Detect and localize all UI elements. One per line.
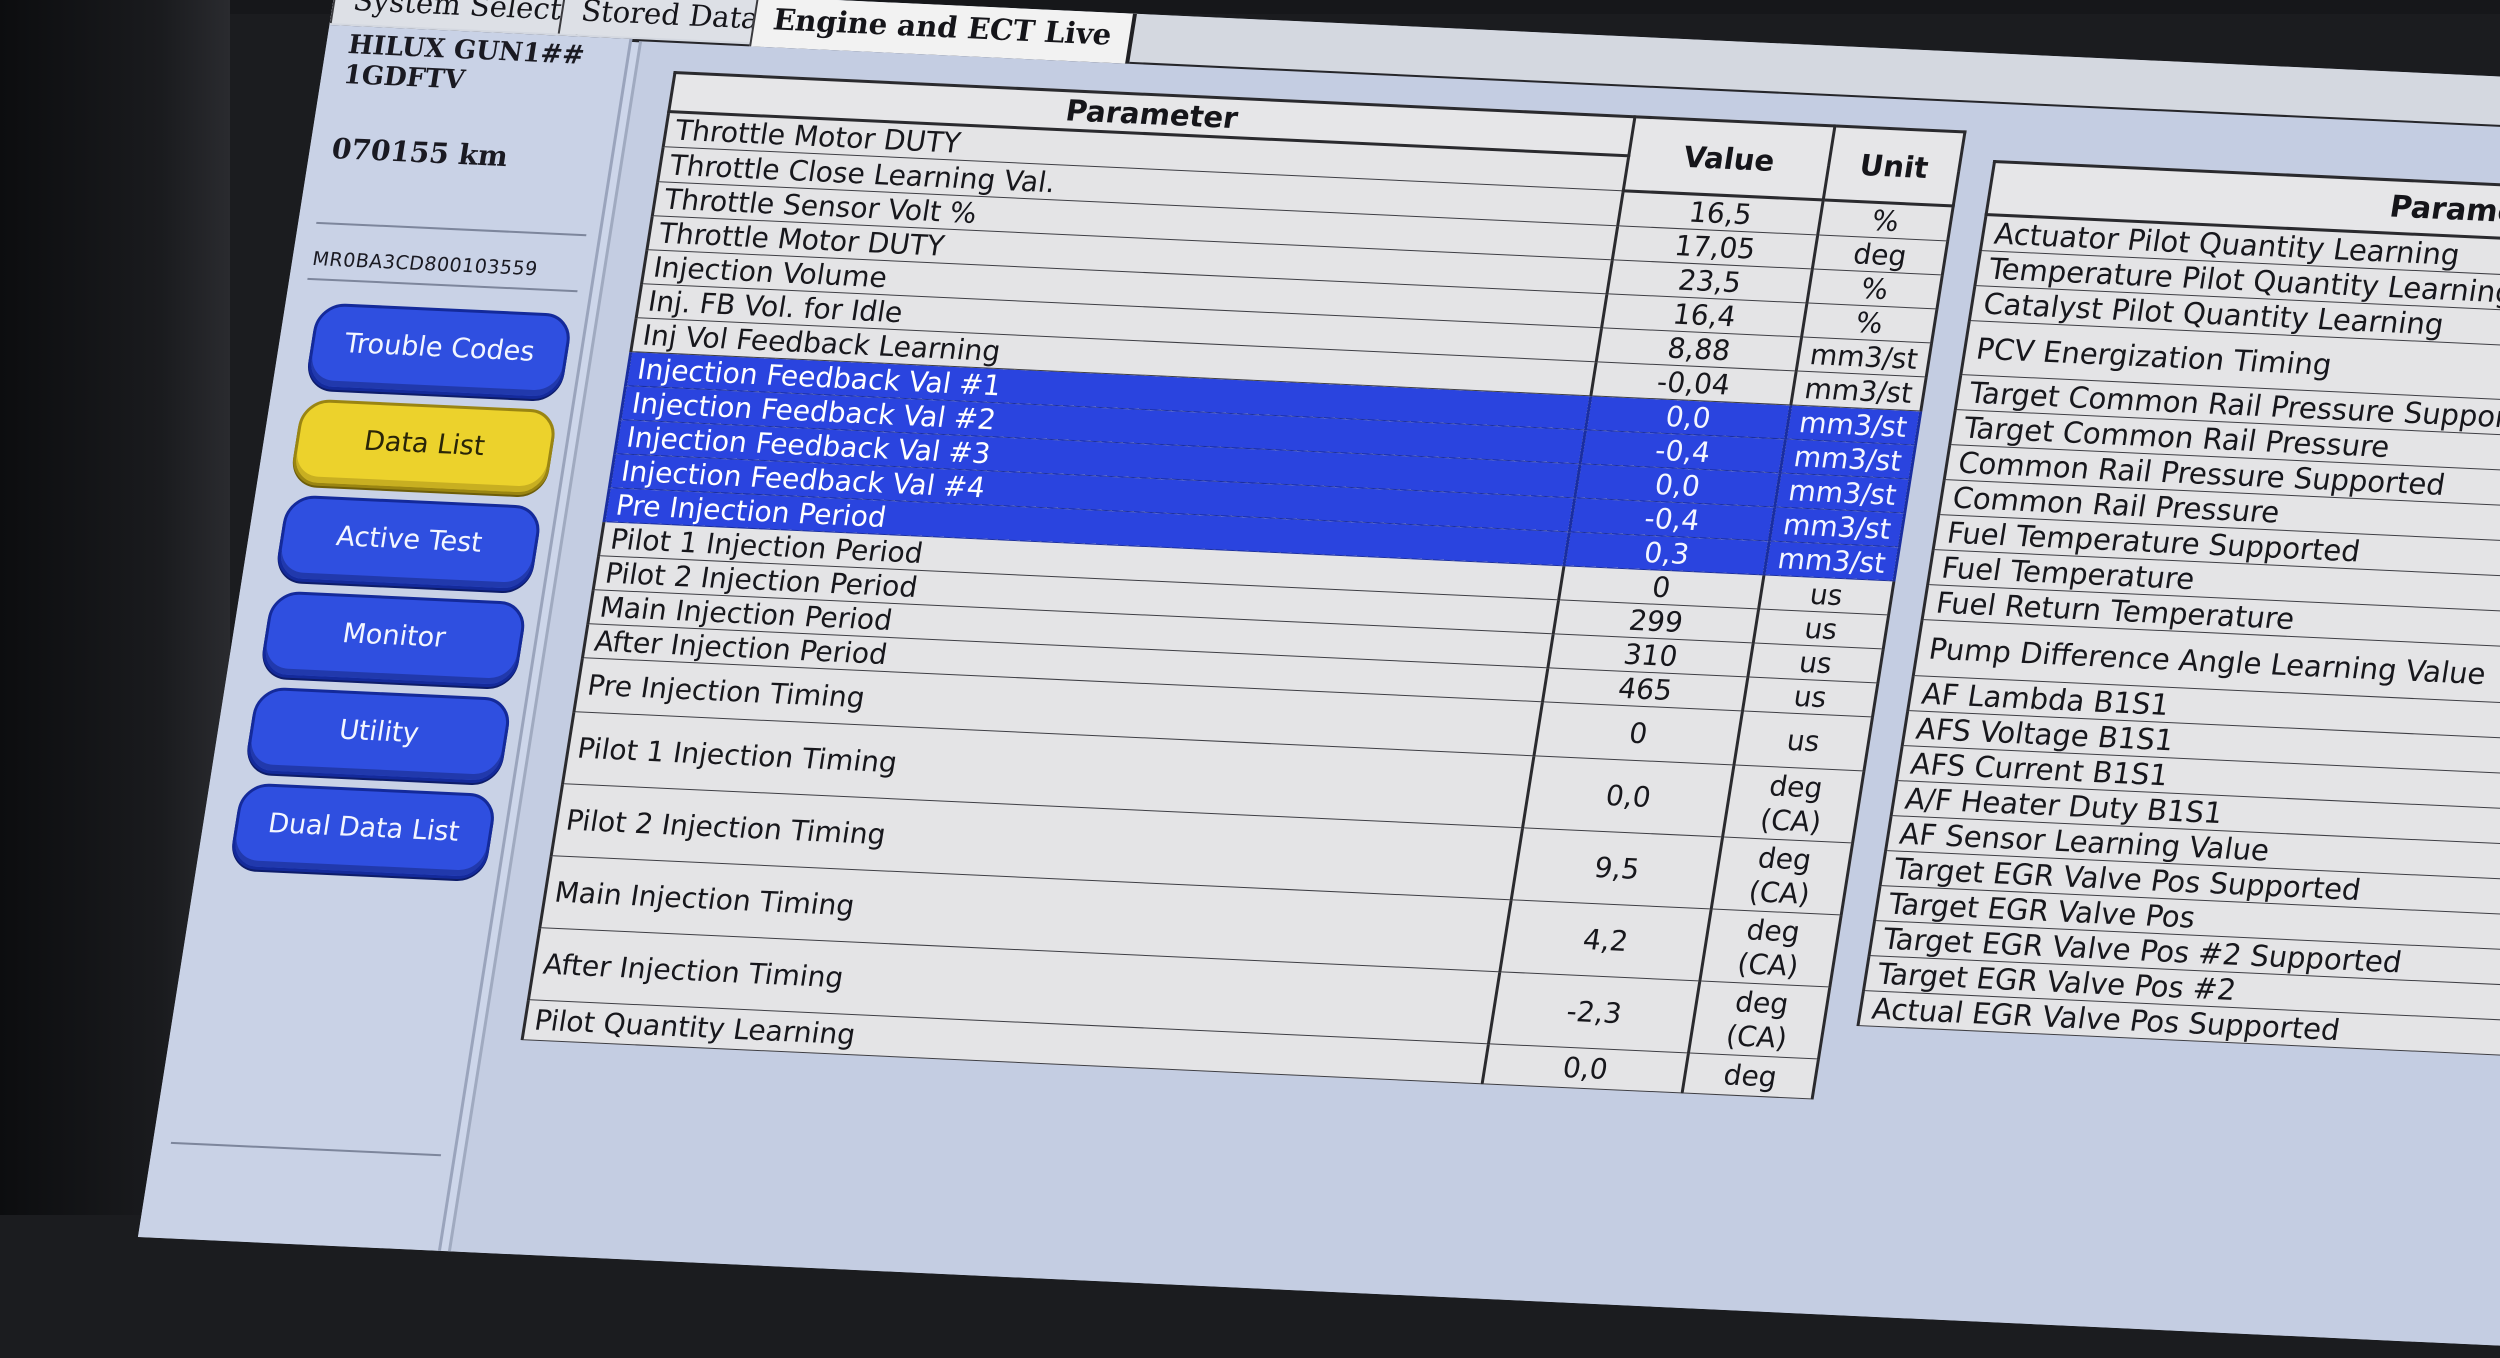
unit-cell: deg (CA) bbox=[1722, 764, 1864, 843]
data-list-panel: Parameter Value Unit Throttle Motor DUTY… bbox=[447, 41, 2500, 1358]
unit-cell: mm3/st bbox=[1774, 472, 1911, 513]
unit-cell: mm3/st bbox=[1796, 336, 1932, 377]
unit-cell: mm3/st bbox=[1769, 506, 1905, 547]
value-cell: 4,2 bbox=[1499, 899, 1712, 981]
data-list-button[interactable]: Data List bbox=[289, 398, 559, 497]
active-test-button[interactable]: Active Test bbox=[273, 494, 544, 593]
value-cell: -2,3 bbox=[1488, 971, 1700, 1053]
unit-cell: mm3/st bbox=[1780, 438, 1916, 479]
monitor-button[interactable]: Monitor bbox=[258, 590, 529, 689]
unit-cell: us bbox=[1733, 710, 1873, 771]
value-cell: 9,5 bbox=[1511, 827, 1723, 909]
unit-cell: mm3/st bbox=[1785, 404, 1921, 445]
vin-number: MR0BA3CD800103559 bbox=[310, 247, 540, 281]
unit-cell: deg (CA) bbox=[1688, 980, 1830, 1059]
value-column-header[interactable]: Value bbox=[1623, 116, 1835, 200]
vehicle-engine: 1GDFTV bbox=[341, 60, 467, 96]
unit-cell: mm3/st bbox=[1790, 370, 1927, 411]
scan-tool-screen: System Select Stored Data Engine and ECT… bbox=[137, 0, 2500, 1358]
unit-column-header[interactable]: Unit bbox=[1823, 125, 1965, 206]
live-data-table: Parameter Value Unit Throttle Motor DUTY… bbox=[520, 71, 1967, 1100]
value-cell: 0 bbox=[1533, 701, 1743, 765]
unit-cell: % bbox=[1817, 199, 1954, 241]
sidebar-divider bbox=[170, 1141, 442, 1157]
value-cell: 0,0 bbox=[1482, 1043, 1689, 1093]
unit-cell: deg (CA) bbox=[1699, 908, 1842, 987]
utility-button[interactable]: Utility bbox=[243, 686, 514, 785]
secondary-parameter-table: Parameter Actuator Pilot Quantity Learni… bbox=[1856, 159, 2500, 1072]
sidebar-divider bbox=[316, 221, 587, 237]
dual-data-list-button[interactable]: Dual Data List bbox=[228, 782, 498, 881]
unit-cell: mm3/st bbox=[1763, 540, 1900, 581]
odometer-reading: 070155 km bbox=[329, 132, 511, 174]
unit-cell: deg (CA) bbox=[1711, 836, 1853, 915]
trouble-codes-button[interactable]: Trouble Codes bbox=[304, 302, 574, 401]
unit-cell: deg bbox=[1682, 1052, 1819, 1099]
sidebar-divider bbox=[307, 277, 578, 293]
value-cell: 0,0 bbox=[1522, 755, 1734, 837]
